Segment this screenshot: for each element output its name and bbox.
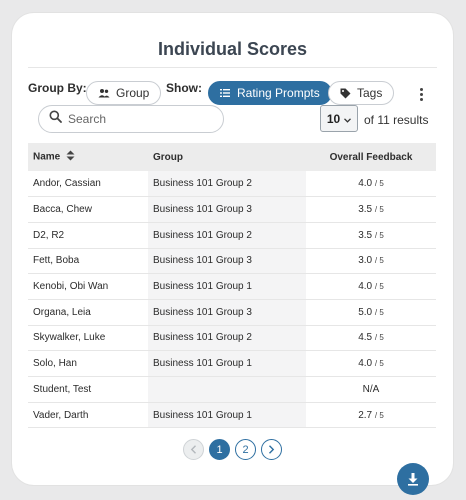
download-icon [408,473,418,486]
score-value: 3.0 [358,255,373,267]
overall-feedback: 2.7 / 5 [306,402,436,429]
pagination: 1 2 [12,439,453,460]
sort-icon[interactable] [66,150,75,164]
scores-table: Name Group Overall Feedback Andor, Cassi… [28,143,436,429]
score-denominator: / 5 [374,359,384,369]
feedback-column-header: Overall Feedback [306,143,436,171]
overall-feedback: 4.0 / 5 [306,350,436,377]
score-value: 3.5 [358,204,373,216]
student-group: Business 101 Group 1 [148,402,306,429]
student-group: Business 101 Group 1 [148,273,306,300]
student-name: Solo, Han [28,350,148,377]
search-input[interactable] [68,112,208,126]
overall-feedback: 5.0 / 5 [306,299,436,326]
score-denominator: / 5 [374,282,384,292]
search-icon [49,110,62,128]
score-denominator: / 5 [374,256,384,266]
student-group [148,376,306,403]
student-name: Organa, Leia [28,299,148,326]
score-value: 4.0 [358,178,373,190]
table-row: D2, R2 Business 101 Group 2 3.5 / 5 [28,222,436,249]
table-header-row: Name Group Overall Feedback [28,143,436,171]
kebab-icon[interactable] [413,85,429,103]
scores-card: Individual Scores Group By: Group Show: … [12,13,453,485]
student-name: D2, R2 [28,222,148,249]
student-group: Business 101 Group 3 [148,196,306,223]
download-button[interactable] [397,463,429,495]
overall-feedback: 3.5 / 5 [306,196,436,223]
group-by-label: Group By: [28,81,87,95]
rating-prompts-button[interactable]: Rating Prompts [208,81,332,105]
page-title: Individual Scores [157,39,308,59]
name-column-header[interactable]: Name [28,143,148,171]
student-group: Business 101 Group 2 [148,222,306,249]
score-value: 3.5 [358,229,373,241]
student-name: Student, Test [28,376,148,403]
score-value: 5.0 [358,306,373,318]
table-row: Organa, Leia Business 101 Group 3 5.0 / 5 [28,299,436,326]
tag-icon [340,88,351,99]
chevron-down-icon [344,112,352,126]
score-denominator: / 5 [374,333,384,343]
overall-feedback: 3.5 / 5 [306,222,436,249]
table-row: Solo, Han Business 101 Group 1 4.0 / 5 [28,350,436,377]
table-row: Student, Test N/A [28,376,436,403]
score-denominator: / 5 [374,230,384,240]
student-group: Business 101 Group 3 [148,248,306,275]
score-denominator: / 5 [374,205,384,215]
toolbar: Group By: Group Show: Rating Prompts Tag… [28,68,437,105]
table-row: Kenobi, Obi Wan Business 101 Group 1 4.0 /… [28,273,436,300]
table-row: Vader, Darth Business 101 Group 1 2.7 / 5 [28,402,436,429]
list-icon [220,88,231,98]
score-denominator: / 5 [374,410,384,420]
student-name: Andor, Cassian [28,171,148,198]
tags-button[interactable]: Tags [328,81,395,105]
name-header-label: Name [33,151,61,163]
overall-feedback: 4.0 / 5 [306,171,436,198]
tags-button-label: Tags [357,86,383,100]
table-row: Skywalker, Luke Business 101 Group 2 4.5 /… [28,325,436,352]
search-box [38,105,224,133]
score-value: N/A [362,383,380,395]
overall-feedback: 4.0 / 5 [306,273,436,300]
chevron-right-icon [269,445,275,454]
table-body: Andor, Cassian Business 101 Group 2 4.0 / … [28,171,436,429]
student-group: Business 101 Group 3 [148,299,306,326]
page-size-value: 10 [326,111,341,126]
student-name: Bacca, Chew [28,196,148,223]
score-value: 4.0 [358,281,373,293]
table-row: Andor, Cassian Business 101 Group 2 4.0 / … [28,171,436,198]
student-name: Skywalker, Luke [28,325,148,352]
rating-prompts-label: Rating Prompts [237,86,320,100]
group-column-header: Group [148,143,306,171]
score-value: 2.7 [358,409,373,421]
student-group: Business 101 Group 2 [148,171,306,198]
student-group: Business 101 Group 1 [148,350,306,377]
results-count: of 11 results [364,113,429,127]
chevron-left-icon [190,445,196,454]
show-label: Show: [166,81,202,95]
score-value: 4.0 [358,358,373,370]
group-icon [98,88,110,98]
page-1-button[interactable]: 1 [209,439,230,460]
score-value: 4.5 [358,332,373,344]
student-name: Kenobi, Obi Wan [28,273,148,300]
next-page-button[interactable] [261,439,282,460]
overall-feedback: N/A [306,376,436,403]
overall-feedback: 3.0 / 5 [306,248,436,275]
table-row: Bacca, Chew Business 101 Group 3 3.5 / 5 [28,196,436,223]
group-button-label: Group [116,86,150,100]
student-group: Business 101 Group 2 [148,325,306,352]
student-name: Fett, Boba [28,248,148,275]
prev-page-button[interactable] [183,439,204,460]
score-denominator: / 5 [374,179,384,189]
score-denominator: / 5 [374,307,384,317]
page-2-button[interactable]: 2 [235,439,256,460]
overall-feedback: 4.5 / 5 [306,325,436,352]
group-button[interactable]: Group [86,81,162,105]
page-size-select[interactable]: 10 [320,105,358,132]
table-row: Fett, Boba Business 101 Group 3 3.0 / 5 [28,248,436,275]
student-name: Vader, Darth [28,402,148,429]
